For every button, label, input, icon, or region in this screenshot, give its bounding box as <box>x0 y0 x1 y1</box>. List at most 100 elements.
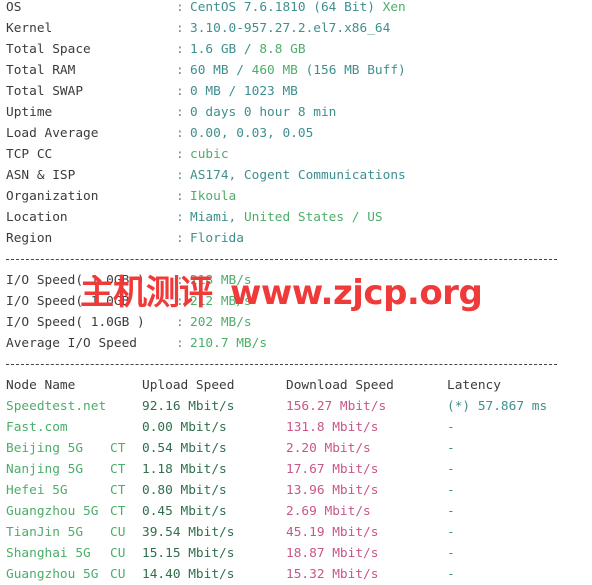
system-info-row: ASN & ISP: AS174, Cogent Communications <box>6 165 592 186</box>
info-value: CentOS 7.6.1810 (64 Bit) Xen <box>190 0 406 18</box>
info-value-part: 0 days 0 hour 8 min <box>190 105 337 120</box>
colon: : <box>176 210 184 225</box>
node-name: Speedtest.net <box>6 399 107 414</box>
download-speed: 13.96 Mbit/s <box>286 483 379 498</box>
header-download-speed: Download Speed <box>286 378 394 393</box>
header-latency: Latency <box>447 378 501 393</box>
latency: (*) 57.867 ms <box>447 399 548 414</box>
download-speed: 45.19 Mbit/s <box>286 525 379 540</box>
info-value-part: Miami, <box>190 210 244 225</box>
io-label: I/O Speed( 1.0GB ) <box>6 273 145 288</box>
upload-speed: 92.16 Mbit/s <box>142 399 235 414</box>
info-label: OS <box>6 0 22 15</box>
info-value: 0.00, 0.03, 0.05 <box>190 123 313 144</box>
info-value: 60 MB / 460 MB (156 MB Buff) <box>190 60 406 81</box>
info-label: TCP CC <box>6 147 53 162</box>
latency: - <box>447 546 455 561</box>
info-value-part: 460 MB <box>251 63 298 78</box>
info-value: 0 MB / 1023 MB <box>190 81 298 102</box>
upload-speed: 15.15 Mbit/s <box>142 546 235 561</box>
info-value-part: 1.6 GB / <box>190 42 260 57</box>
info-value: AS174, Cogent Communications <box>190 165 406 186</box>
info-value-part: United States / US <box>243 210 383 225</box>
system-info-row: Organization: Ikoula <box>6 186 592 207</box>
colon: : <box>176 84 184 99</box>
io-row: I/O Speed( 1.0GB ) : 218 MB/s <box>6 270 592 291</box>
upload-speed: 14.40 Mbit/s <box>142 567 235 582</box>
info-label: Location <box>6 210 68 225</box>
speed-table-row: Guangzhou 5G CU 14.40 Mbit/s 15.32 Mbit/s - <box>6 564 592 585</box>
io-row: I/O Speed( 1.0GB ) : 212 MB/s <box>6 291 592 312</box>
io-label: I/O Speed( 1.0GB ) <box>6 294 145 309</box>
upload-speed: 0.00 Mbit/s <box>142 420 227 435</box>
speed-table-row: Beijing 5G CT 0.54 Mbit/s 2.20 Mbit/s - <box>6 438 592 459</box>
latency: - <box>447 483 455 498</box>
info-value-part: Florida <box>190 231 244 246</box>
io-row: I/O Speed( 1.0GB ) : 202 MB/s <box>6 312 592 333</box>
download-speed: 131.8 Mbit/s <box>286 420 379 435</box>
isp-code: CT <box>110 462 126 477</box>
info-label: Total SWAP <box>6 84 84 99</box>
upload-speed: 39.54 Mbit/s <box>142 525 235 540</box>
upload-speed: 1.18 Mbit/s <box>142 462 227 477</box>
info-value-part: 0.00, 0.03, 0.05 <box>190 126 314 141</box>
info-value-part: cubic <box>190 147 229 162</box>
info-value-part: CentOS 7.6.1810 (64 Bit) <box>190 0 383 15</box>
latency: - <box>447 567 455 582</box>
isp-code: CU <box>110 546 126 561</box>
node-name: Guangzhou 5G <box>6 567 99 582</box>
system-info-row: Total SWAP:0 MB / 1023 MB <box>6 81 592 102</box>
info-value-part: Xen <box>382 0 406 15</box>
speed-table-row: Hefei 5G CT 0.80 Mbit/s 13.96 Mbit/s - <box>6 480 592 501</box>
colon: : <box>176 126 184 141</box>
colon: : <box>176 42 184 57</box>
io-value: 210.7 MB/s <box>190 336 268 351</box>
isp-code: CT <box>110 483 126 498</box>
system-info-row: Total RAM:60 MB / 460 MB (156 MB Buff) <box>6 60 592 81</box>
isp-code: CU <box>110 567 126 582</box>
download-speed: 156.27 Mbit/s <box>286 399 387 414</box>
info-value-part: 60 MB / <box>190 63 252 78</box>
node-name: Nanjing 5G <box>6 462 84 477</box>
terminal-output: OS: CentOS 7.6.1810 (64 Bit) Xen Kernel:3.… <box>6 0 592 585</box>
colon: : <box>176 336 184 351</box>
colon: : <box>176 0 184 15</box>
isp-code: CT <box>110 504 126 519</box>
node-name: Guangzhou 5G <box>6 504 99 519</box>
node-name: TianJin 5G <box>6 525 84 540</box>
colon: : <box>176 21 184 36</box>
latency: - <box>447 525 455 540</box>
colon: : <box>176 105 184 120</box>
upload-speed: 0.80 Mbit/s <box>142 483 227 498</box>
latency: - <box>447 420 455 435</box>
io-average-row: Average I/O Speed : 210.7 MB/s <box>6 333 592 354</box>
colon: : <box>176 63 184 78</box>
info-value: Ikoula <box>190 186 236 207</box>
info-value: Florida <box>190 228 244 249</box>
speed-table: Node Name Upload Speed Download Speed La… <box>6 375 592 585</box>
info-label: ASN & ISP <box>6 168 76 183</box>
colon: : <box>176 189 184 204</box>
download-speed: 2.69 Mbit/s <box>286 504 371 519</box>
info-label: Organization <box>6 189 99 204</box>
system-info-row: Region: Florida <box>6 228 592 249</box>
system-info-row: Total Space:1.6 GB / 8.8 GB <box>6 39 592 60</box>
header-upload-speed: Upload Speed <box>142 378 235 393</box>
colon: : <box>176 315 184 330</box>
io-label: Average I/O Speed <box>6 336 137 351</box>
node-name: Fast.com <box>6 420 68 435</box>
colon: : <box>176 273 184 288</box>
speed-table-header: Node Name Upload Speed Download Speed La… <box>6 375 592 396</box>
download-speed: 15.32 Mbit/s <box>286 567 379 582</box>
info-value-part: 0 MB / 1023 MB <box>190 84 298 99</box>
node-name: Beijing 5G <box>6 441 84 456</box>
info-label: Uptime <box>6 105 53 120</box>
latency: - <box>447 441 455 456</box>
separator-line <box>6 249 592 270</box>
colon: : <box>176 294 184 309</box>
separator-line <box>6 354 592 375</box>
speed-table-row: Fast.com 0.00 Mbit/s 131.8 Mbit/s - <box>6 417 592 438</box>
system-info-row: OS: CentOS 7.6.1810 (64 Bit) Xen <box>6 0 592 18</box>
system-info-row: Kernel:3.10.0-957.27.2.el7.x86_64 <box>6 18 592 39</box>
speed-table-row: Shanghai 5G CU 15.15 Mbit/s 18.87 Mbit/s - <box>6 543 592 564</box>
